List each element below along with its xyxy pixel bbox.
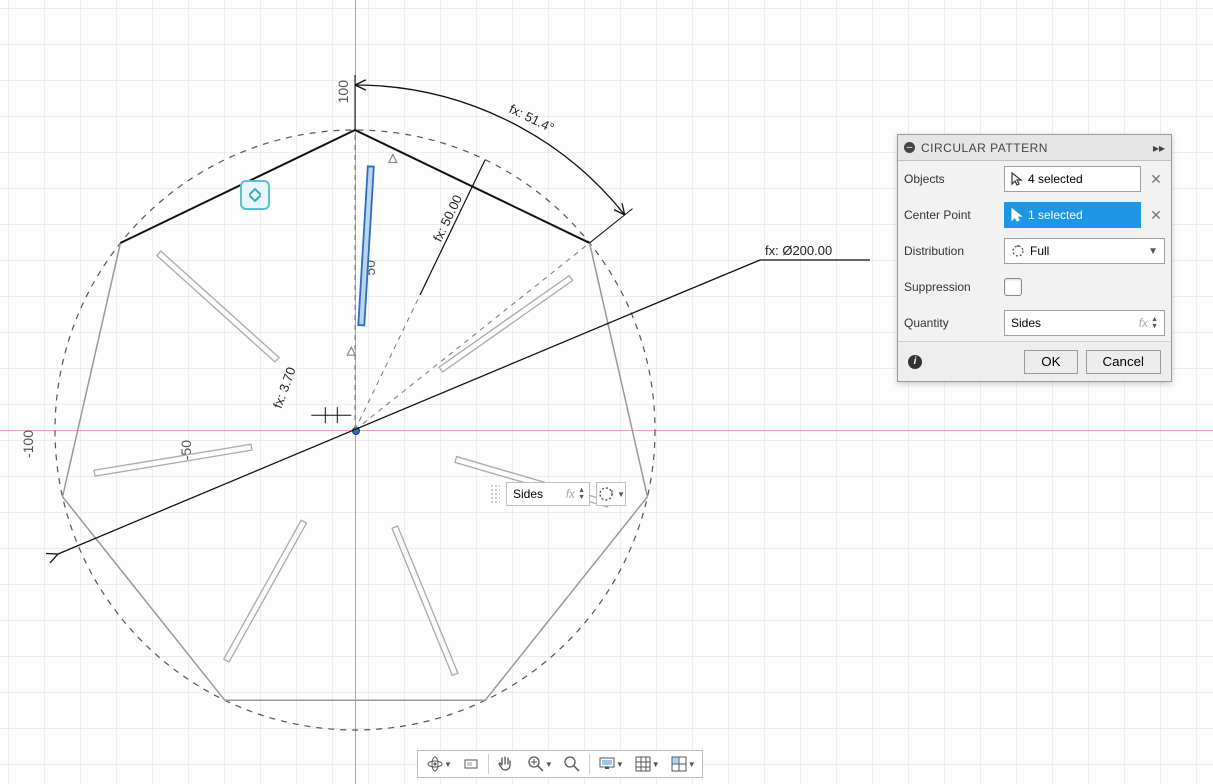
panel-snap-icon[interactable]: ▸▸	[1153, 141, 1165, 155]
axis-label-x-half-neg: -50	[178, 440, 194, 460]
cursor-icon	[1011, 208, 1023, 222]
circular-pattern-panel: – CIRCULAR PATTERN ▸▸ Objects 4 selected…	[897, 134, 1172, 382]
quantity-mini-value: Sides	[513, 487, 543, 501]
drag-handle[interactable]	[490, 484, 500, 504]
suppression-label: Suppression	[904, 280, 1004, 294]
clear-center-button[interactable]: ✕	[1147, 207, 1165, 224]
svg-text:fx: 50.00: fx: 50.00	[430, 193, 465, 244]
quantity-value: Sides	[1011, 316, 1041, 330]
objects-count: 4 selected	[1028, 172, 1083, 186]
distribution-value: Full	[1030, 244, 1049, 258]
distribution-label: Distribution	[904, 244, 1004, 258]
look-at-button[interactable]	[456, 751, 486, 777]
pan-button[interactable]	[491, 751, 521, 777]
sketch-canvas[interactable]: -100 100 50 -50 fx: 51.4°fx: Ø200.00fx: …	[0, 0, 1213, 784]
origin-point[interactable]	[352, 427, 360, 435]
view-toggle-button[interactable]	[240, 180, 270, 210]
collapse-icon[interactable]: –	[904, 142, 915, 153]
axis-label-y-pos: 100	[335, 80, 351, 103]
svg-text:fx: Ø200.00: fx: Ø200.00	[765, 243, 832, 258]
suppression-checkbox[interactable]	[1004, 278, 1022, 296]
svg-text:fx: 51.4°: fx: 51.4°	[507, 101, 557, 135]
info-icon[interactable]: i	[908, 355, 922, 369]
objects-label: Objects	[904, 172, 1004, 186]
fit-button[interactable]	[557, 751, 587, 777]
center-label: Center Point	[904, 208, 1004, 222]
panel-header[interactable]: – CIRCULAR PATTERN ▸▸	[898, 135, 1171, 161]
sketch-svg: fx: 51.4° fx: Ø200.00 fx: 50.00 fx: 3.70	[0, 0, 1213, 784]
axis-label-x-neg: -100	[20, 430, 36, 458]
quantity-spinner[interactable]: ▲▼	[578, 487, 585, 501]
svg-text:fx: 3.70: fx: 3.70	[270, 365, 299, 410]
axis-x	[0, 430, 1213, 431]
center-count: 1 selected	[1028, 208, 1083, 222]
floating-quantity-editor[interactable]: Sides fx ▲▼ ▼	[490, 480, 626, 508]
quantity-panel-spinner[interactable]: ▲▼	[1151, 316, 1158, 330]
quantity-input[interactable]: Sides fx ▲▼	[1004, 310, 1165, 336]
quantity-label: Quantity	[904, 316, 1004, 330]
fx-icon: fx	[566, 487, 575, 501]
fx-icon: fx	[1139, 316, 1148, 330]
objects-selection-button[interactable]: 4 selected	[1004, 166, 1141, 192]
quantity-mini-input[interactable]: Sides fx ▲▼	[506, 482, 590, 506]
clear-objects-button[interactable]: ✕	[1147, 171, 1165, 188]
axis-label-y-half: 50	[362, 260, 378, 276]
navigation-toolbar: ▼ ▼ ▼ ▼ ▼	[417, 750, 703, 778]
panel-title: CIRCULAR PATTERN	[921, 141, 1048, 155]
axis-y	[355, 0, 356, 784]
distribution-dropdown[interactable]: Full ▼	[1004, 238, 1165, 264]
full-icon	[1011, 244, 1025, 258]
center-selection-button[interactable]: 1 selected	[1004, 202, 1141, 228]
pattern-direction-button[interactable]: ▼	[596, 482, 626, 506]
ok-button[interactable]: OK	[1024, 350, 1077, 374]
cursor-icon	[1011, 172, 1023, 186]
cancel-button[interactable]: Cancel	[1086, 350, 1162, 374]
